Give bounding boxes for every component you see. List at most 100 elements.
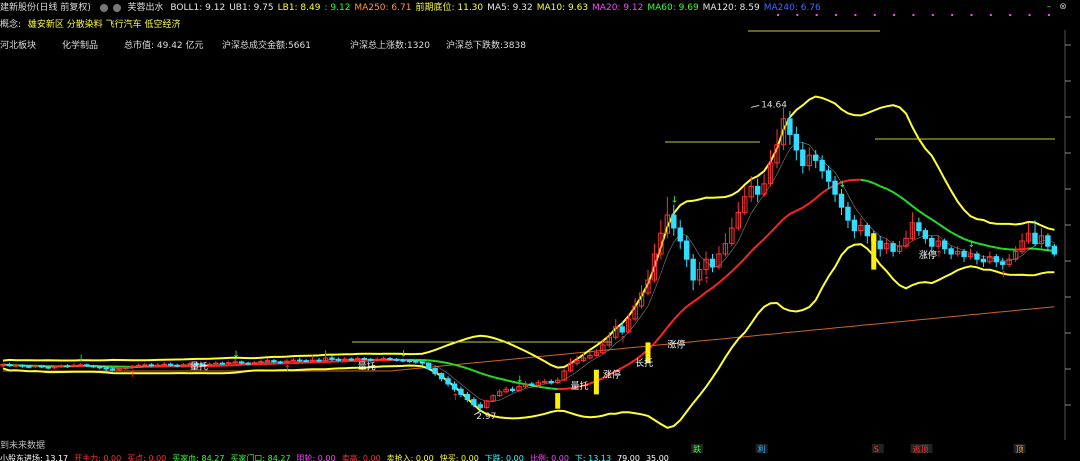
- candle-body: [316, 359, 322, 362]
- candle-body: [980, 258, 987, 263]
- boll-mid-segment: [847, 178, 855, 182]
- candle-body: [109, 368, 116, 371]
- footer-value: 卖抢入: 0.00: [386, 454, 434, 461]
- candle-body: [1000, 261, 1006, 265]
- signal-label: 涨停: [919, 249, 937, 261]
- candle-body: [993, 256, 999, 263]
- candle-body: [367, 358, 374, 361]
- footer-value: 下跌: 0.00: [484, 454, 524, 461]
- boll-mid-segment: [996, 246, 1003, 250]
- candle-body: [361, 358, 367, 361]
- boll-mid-segment: [467, 367, 475, 372]
- candle-body: [64, 365, 71, 368]
- candle-body: [838, 193, 845, 208]
- boll-mid-segment: [1034, 247, 1042, 251]
- boll-mid-segment: [460, 365, 468, 370]
- signal-dot: [893, 14, 896, 16]
- candle-body: [161, 363, 167, 366]
- footer-value: 快买: 0.00: [439, 454, 479, 461]
- candle-body: [684, 240, 690, 260]
- boll-mid-segment: [886, 187, 894, 194]
- signal-label: 量托: [358, 361, 376, 373]
- candle-body: [245, 362, 251, 365]
- boll-mid-segment: [454, 363, 462, 368]
- boll-mid-segment: [666, 319, 675, 328]
- boll-mid-segment: [989, 245, 997, 249]
- signal-arrow: ↑: [452, 393, 460, 403]
- boll-mid-segment: [976, 242, 984, 246]
- high-marker-line: [751, 104, 760, 108]
- signal-dot: [854, 14, 857, 16]
- candle-body: [793, 133, 800, 151]
- candle-body: [754, 185, 761, 195]
- signal-arrow: ↓: [671, 196, 679, 206]
- candle-body: [84, 364, 90, 367]
- boll-mid-segment: [479, 372, 488, 377]
- boll-mid-segment: [731, 264, 739, 273]
- price-chart[interactable]: 14.642.97↓↑↓↑↓↑↓↑↓↑↓↑↓↑量托 量托量托涨停长托涨停涨停跌利 S…: [0, 0, 1080, 461]
- candle-body: [1051, 245, 1058, 255]
- boll-upper-line: [2, 95, 1055, 369]
- signal-label: 长托: [635, 357, 653, 369]
- ma250-line: [3, 306, 1055, 372]
- boll-mid-segment: [692, 296, 701, 303]
- breakout-bar: [593, 369, 599, 395]
- candle-body: [832, 180, 838, 195]
- boll-mid-segment: [551, 387, 558, 391]
- boll-mid-segment: [911, 205, 920, 212]
- candle-body: [97, 366, 103, 369]
- boll-mid-segment: [505, 379, 513, 383]
- signal-label: 量托: [571, 380, 589, 392]
- boll-mid-segment: [686, 301, 694, 308]
- footer-indicator-row: 小股东进场: 13.17 开主力: 0.00 买点: 0.00 买家血: 84.27 买…: [0, 453, 1080, 461]
- breakout-bar: [871, 233, 877, 270]
- boll-mid-segment: [750, 244, 759, 252]
- candle-body: [297, 359, 303, 362]
- candle-body: [413, 360, 419, 363]
- footer-value: 买点: 0.00: [127, 454, 167, 461]
- candle-body: [942, 240, 948, 250]
- signal-arrow: ↑: [703, 276, 711, 286]
- breakout-bar: [555, 393, 561, 409]
- candle-body: [393, 358, 400, 361]
- signal-arrow: ↓: [77, 354, 85, 364]
- candle-body: [464, 393, 471, 401]
- candle-body: [90, 365, 96, 368]
- no-future-data: 到未来数据: [0, 441, 46, 451]
- signal-arrow: ↑: [619, 336, 627, 346]
- footer-value: 买家门口: 84.27: [230, 454, 291, 461]
- boll-mid-segment: [898, 195, 907, 202]
- signal-dot: [931, 14, 934, 16]
- candle-body: [922, 230, 929, 239]
- signal-label: 量托: [190, 361, 208, 373]
- candle-body: [548, 380, 554, 384]
- low-marker: 2.97: [476, 412, 496, 422]
- candle-body: [232, 361, 238, 364]
- boll-mid-segment: [918, 210, 926, 217]
- boll-mid-segment: [905, 200, 914, 207]
- boll-mid-segment: [821, 187, 830, 194]
- candle-body: [142, 364, 148, 367]
- signal-arrow: ↑: [129, 370, 137, 380]
- boll-mid-segment: [769, 224, 778, 234]
- boll-mid-segment: [653, 335, 662, 344]
- footer-value: 下: 13.13: [574, 454, 612, 461]
- signal-dot: [951, 14, 954, 16]
- boll-mid-segment: [492, 376, 500, 380]
- boll-mid-segment: [795, 206, 804, 212]
- candle-body: [374, 358, 380, 361]
- boll-mid-segment: [679, 305, 688, 314]
- boll-mid-segment: [1015, 248, 1023, 251]
- candle-body: [813, 154, 819, 161]
- candle-body: [400, 359, 406, 362]
- candle-body: [961, 250, 967, 258]
- boll-mid-segment: [802, 202, 810, 209]
- candle-body: [335, 358, 342, 361]
- candle-body: [406, 360, 413, 363]
- candle-body: [916, 222, 922, 232]
- candle-body: [438, 373, 445, 380]
- candle-body: [174, 364, 180, 367]
- high-marker: 14.64: [761, 100, 787, 110]
- footer-value: 79.00: [617, 454, 640, 461]
- boll-mid-segment: [724, 270, 733, 278]
